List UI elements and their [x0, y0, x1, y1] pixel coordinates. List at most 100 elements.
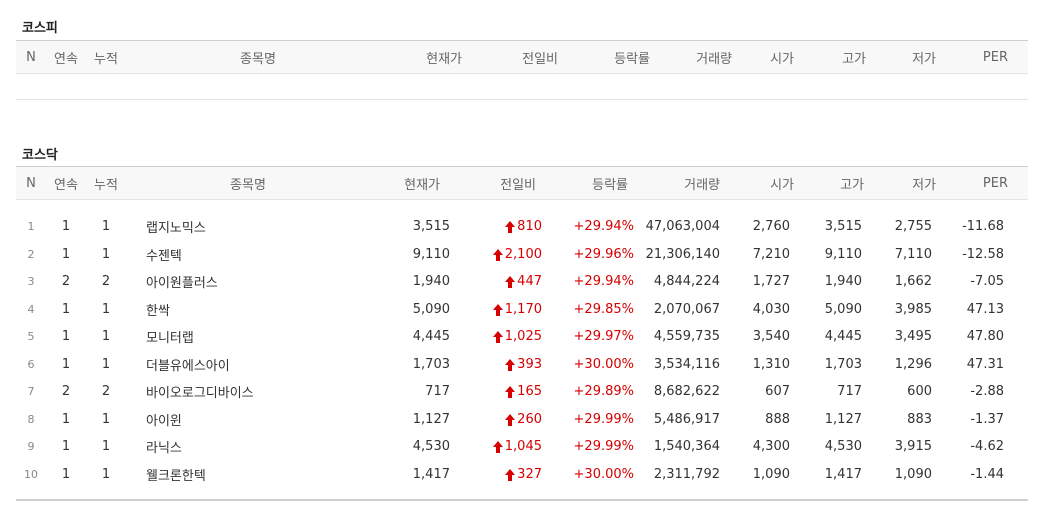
- header-per: PER: [982, 175, 1008, 191]
- per-cell: -4.62: [970, 439, 1004, 454]
- stock-name-link[interactable]: 한싹: [146, 296, 346, 323]
- stock-name-link[interactable]: 바이오로그디바이스: [146, 378, 346, 405]
- streak-cell: 1: [61, 219, 71, 234]
- rank-cell: 4: [27, 303, 35, 316]
- header-cumulative: 누적: [94, 177, 118, 193]
- stock-name-link[interactable]: 아이윈: [146, 406, 346, 433]
- table-row: 7 2 2 바이오로그디바이스 717 165 +29.89% 8,682,62…: [16, 378, 1028, 405]
- per-cell: -7.05: [970, 274, 1004, 289]
- cumulative-cell: 1: [101, 412, 111, 427]
- high-cell: 717: [837, 384, 862, 399]
- volume-cell: 4,844,224: [653, 274, 720, 289]
- stock-name-link[interactable]: 수젠텍: [146, 241, 346, 268]
- header-n: N: [26, 175, 36, 191]
- volume-cell: 2,311,792: [653, 467, 720, 482]
- stock-name-link[interactable]: 모니터랩: [146, 323, 346, 350]
- header-volume: 거래량: [696, 51, 732, 67]
- volume-cell: 2,070,067: [653, 302, 720, 317]
- rank-cell: 10: [24, 468, 38, 481]
- streak-cell: 1: [61, 439, 71, 454]
- rate-cell: +30.00%: [573, 357, 634, 372]
- per-cell: -1.44: [970, 467, 1004, 482]
- low-cell: 3,495: [894, 329, 932, 344]
- per-cell: 47.13: [966, 302, 1004, 317]
- header-n: N: [26, 49, 36, 65]
- table-row: 4 1 1 한싹 5,090 1,170 +29.85% 2,070,067 4…: [16, 296, 1028, 323]
- stock-name-link[interactable]: 아이원플러스: [146, 268, 346, 295]
- change-cell: 1,045: [470, 433, 542, 460]
- header-price: 현재가: [404, 177, 440, 193]
- volume-cell: 8,682,622: [653, 384, 720, 399]
- low-cell: 2,755: [894, 219, 932, 234]
- high-cell: 1,940: [824, 274, 862, 289]
- table-row: 6 1 1 더블유에스아이 1,703 393 +30.00% 3,534,11…: [16, 351, 1028, 378]
- header-change: 전일비: [500, 177, 536, 193]
- kospi-table-header: N 연속 누적 종목명 현재가 전일비 등락률 거래량 시가 고가 저가 PER: [16, 40, 1028, 74]
- high-cell: 5,090: [824, 302, 862, 317]
- change-value: 393: [517, 357, 542, 372]
- high-cell: 1,127: [824, 412, 862, 427]
- per-cell: -1.37: [970, 412, 1004, 427]
- cumulative-cell: 1: [101, 302, 111, 317]
- rank-cell: 5: [27, 330, 35, 343]
- red-up-arrow-icon: [505, 220, 516, 233]
- header-rate: 등락률: [614, 51, 650, 67]
- stock-name-link[interactable]: 더블유에스아이: [146, 351, 346, 378]
- change-cell: 447: [470, 268, 542, 295]
- volume-cell: 1,540,364: [653, 439, 720, 454]
- stock-name-link[interactable]: 라닉스: [146, 433, 346, 460]
- price-cell: 4,445: [412, 329, 450, 344]
- open-cell: 4,300: [752, 439, 790, 454]
- rate-cell: +29.99%: [573, 439, 634, 454]
- header-high: 고가: [842, 51, 866, 67]
- rate-cell: +29.97%: [573, 329, 634, 344]
- streak-cell: 1: [61, 467, 71, 482]
- stock-name-link[interactable]: 웰크론한텍: [146, 461, 346, 488]
- per-cell: -11.68: [962, 219, 1004, 234]
- header-cumulative: 누적: [94, 51, 118, 67]
- volume-cell: 5,486,917: [653, 412, 720, 427]
- streak-cell: 1: [61, 412, 71, 427]
- rate-cell: +30.00%: [573, 467, 634, 482]
- price-cell: 1,703: [412, 357, 450, 372]
- price-cell: 5,090: [412, 302, 450, 317]
- streak-cell: 1: [61, 357, 71, 372]
- rate-cell: +29.96%: [573, 247, 634, 262]
- rank-cell: 7: [27, 385, 35, 398]
- price-cell: 1,940: [412, 274, 450, 289]
- price-cell: 4,530: [412, 439, 450, 454]
- open-cell: 7,210: [752, 247, 790, 262]
- red-up-arrow-icon: [505, 468, 516, 481]
- low-cell: 883: [907, 412, 932, 427]
- kosdaq-table-bottom-border: [16, 499, 1028, 501]
- low-cell: 1,296: [894, 357, 932, 372]
- header-high: 고가: [840, 177, 864, 193]
- per-cell: 47.80: [966, 329, 1004, 344]
- open-cell: 1,727: [752, 274, 790, 289]
- rank-cell: 2: [27, 248, 35, 261]
- stock-name-link[interactable]: 랩지노믹스: [146, 213, 346, 240]
- cumulative-cell: 1: [101, 247, 111, 262]
- low-cell: 7,110: [894, 247, 932, 262]
- cumulative-cell: 1: [101, 467, 111, 482]
- cumulative-cell: 1: [101, 357, 111, 372]
- price-cell: 1,127: [412, 412, 450, 427]
- table-row: 10 1 1 웰크론한텍 1,417 327 +30.00% 2,311,792…: [16, 461, 1028, 488]
- table-row: 5 1 1 모니터랩 4,445 1,025 +29.97% 4,559,735…: [16, 323, 1028, 350]
- open-cell: 888: [765, 412, 790, 427]
- change-cell: 393: [470, 351, 542, 378]
- streak-cell: 1: [61, 302, 71, 317]
- change-cell: 260: [470, 406, 542, 433]
- red-up-arrow-icon: [505, 358, 516, 371]
- per-cell: -2.88: [970, 384, 1004, 399]
- cumulative-cell: 2: [101, 384, 111, 399]
- price-cell: 9,110: [412, 247, 450, 262]
- low-cell: 3,915: [894, 439, 932, 454]
- cumulative-cell: 2: [101, 274, 111, 289]
- open-cell: 2,760: [752, 219, 790, 234]
- table-row: 8 1 1 아이윈 1,127 260 +29.99% 5,486,917 88…: [16, 406, 1028, 433]
- open-cell: 3,540: [752, 329, 790, 344]
- high-cell: 1,417: [824, 467, 862, 482]
- table-row: 2 1 1 수젠텍 9,110 2,100 +29.96% 21,306,140…: [16, 241, 1028, 268]
- kospi-empty-divider: [16, 99, 1028, 100]
